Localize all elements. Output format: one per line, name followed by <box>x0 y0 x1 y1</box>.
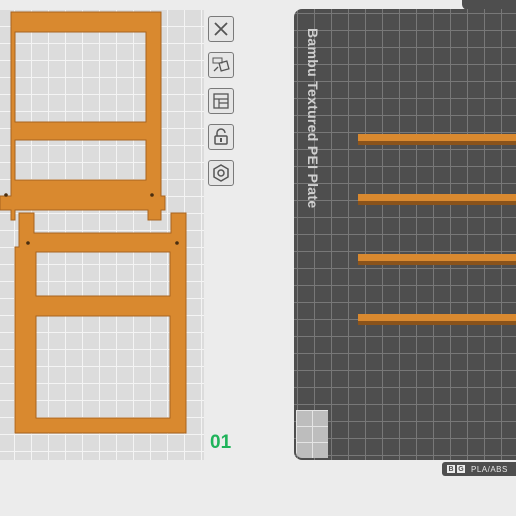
plate-number[interactable]: 01 <box>210 432 231 454</box>
lock-button[interactable] <box>208 124 234 150</box>
close-icon <box>214 22 228 36</box>
bambu-logo-icon: B <box>447 465 455 473</box>
plate-corner-marker <box>296 410 328 458</box>
bar-part[interactable] <box>358 194 516 205</box>
material-badge: B G PLA/ABS <box>442 462 516 476</box>
auto-orient-icon <box>212 57 230 72</box>
frame-part-lower[interactable] <box>14 212 187 434</box>
plate-toolbar <box>208 16 238 196</box>
plate-name-label: Bambu Textured PEI Plate <box>305 28 321 209</box>
plate-settings-button[interactable] <box>208 160 234 186</box>
bar-part[interactable] <box>358 134 516 145</box>
auto-orient-button[interactable] <box>208 52 234 78</box>
build-plate-right[interactable] <box>294 9 516 460</box>
frame-part-upper[interactable] <box>0 11 166 221</box>
g-logo-icon: G <box>457 465 465 473</box>
close-button[interactable] <box>208 16 234 42</box>
material-label: PLA/ABS <box>471 464 508 474</box>
arrange-icon <box>213 93 229 109</box>
gear-icon <box>213 164 229 182</box>
bar-part[interactable] <box>358 254 516 265</box>
arrange-button[interactable] <box>208 88 234 114</box>
bar-part[interactable] <box>358 314 516 325</box>
lock-icon <box>214 128 228 145</box>
